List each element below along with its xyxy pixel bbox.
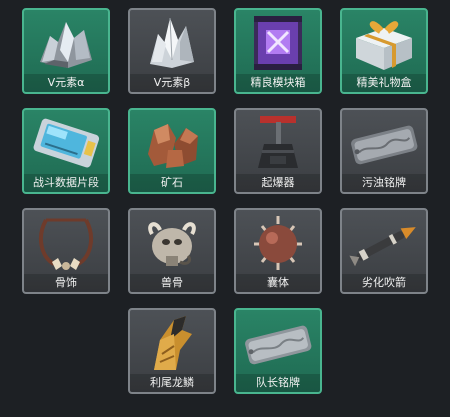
item-label: V元素α xyxy=(24,74,108,92)
item-label: 骨饰 xyxy=(24,274,108,292)
beast-bone-icon xyxy=(148,222,196,266)
item-label: V元素β xyxy=(130,74,214,92)
item-tile-dirty-nameplate[interactable]: 污浊铭牌 xyxy=(340,108,428,194)
item-label: 战斗数据片段 xyxy=(24,174,108,192)
item-label: 囊体 xyxy=(236,274,320,292)
detonator-icon xyxy=(258,116,298,168)
item-tile-v-element-alpha[interactable]: V元素α xyxy=(22,8,110,94)
item-tile-beast-bone[interactable]: 兽骨 xyxy=(128,208,216,294)
item-label: 队长铭牌 xyxy=(236,374,320,392)
item-tile-captain-nameplate[interactable]: 队长铭牌 xyxy=(234,308,322,394)
item-tile-sharp-tail-dragon-scale[interactable]: 利尾龙鳞 xyxy=(128,308,216,394)
blowgun-dart-icon xyxy=(349,227,416,267)
item-label: 精美礼物盒 xyxy=(342,74,426,92)
crystal-ore-icon xyxy=(40,22,92,68)
module-box-icon xyxy=(254,16,302,70)
white-crystal-icon xyxy=(150,17,194,68)
item-tile-v-element-beta[interactable]: V元素β xyxy=(128,8,216,94)
item-grid: V元素α V元素β 精良模块箱 精美礼物盒 战斗数据片段 矿石 起爆器 污浊铭牌… xyxy=(0,0,450,417)
ore-icon xyxy=(148,124,198,168)
item-tile-bone-ornament[interactable]: 骨饰 xyxy=(22,208,110,294)
dragon-scale-icon xyxy=(154,316,192,370)
item-label: 污浊铭牌 xyxy=(342,174,426,192)
item-tile-blowgun-dart[interactable]: 劣化吹箭 xyxy=(340,208,428,294)
item-label: 矿石 xyxy=(130,174,214,192)
item-tile-ore[interactable]: 矿石 xyxy=(128,108,216,194)
item-label: 起爆器 xyxy=(236,174,320,192)
item-tile-module-box[interactable]: 精良模块箱 xyxy=(234,8,322,94)
bone-necklace-icon xyxy=(38,218,94,270)
data-chip-icon xyxy=(33,118,100,168)
item-tile-combat-data-fragment[interactable]: 战斗数据片段 xyxy=(22,108,110,194)
item-label: 兽骨 xyxy=(130,274,214,292)
dirty-nameplate-icon xyxy=(351,125,418,165)
item-label: 精良模块箱 xyxy=(236,74,320,92)
captain-nameplate-icon xyxy=(245,325,312,365)
spiked-sac-icon xyxy=(254,216,302,270)
item-label: 利尾龙鳞 xyxy=(130,374,214,392)
item-tile-gift-box[interactable]: 精美礼物盒 xyxy=(340,8,428,94)
gift-box-icon xyxy=(356,21,412,70)
item-tile-sac[interactable]: 囊体 xyxy=(234,208,322,294)
item-tile-detonator[interactable]: 起爆器 xyxy=(234,108,322,194)
item-label: 劣化吹箭 xyxy=(342,274,426,292)
